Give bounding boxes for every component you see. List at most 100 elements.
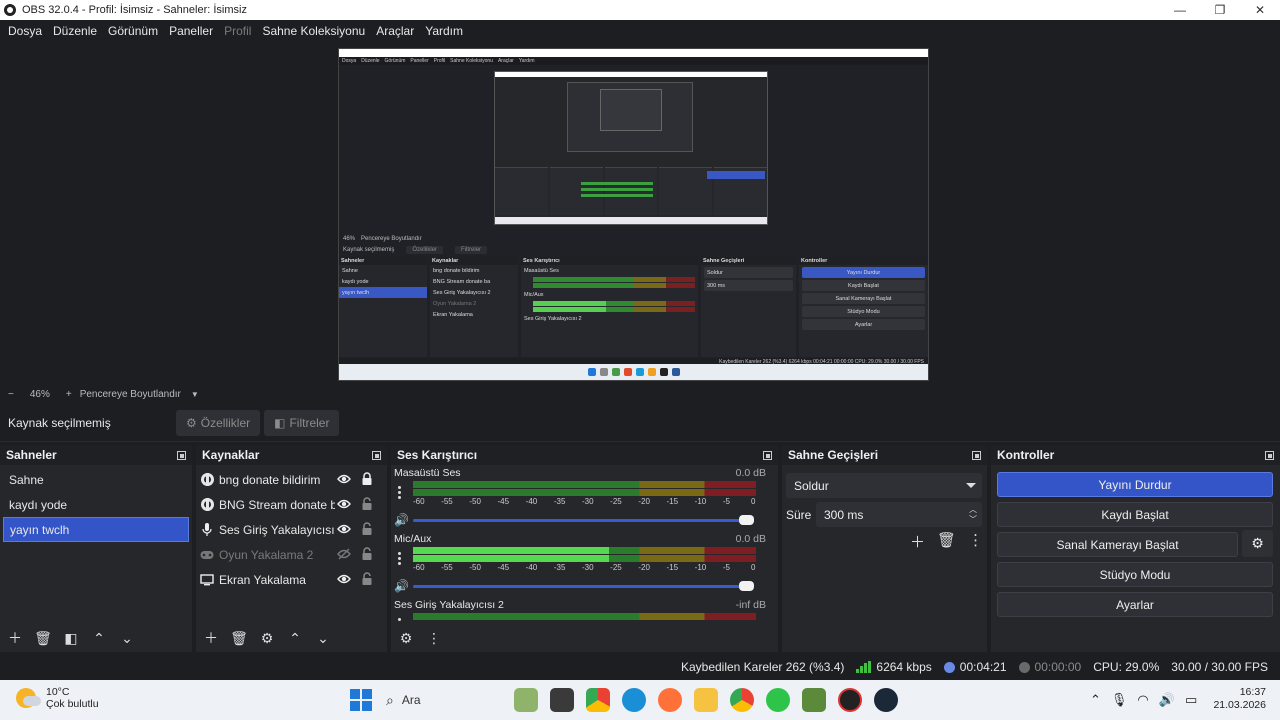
minimize-icon[interactable]: — [1160,0,1200,20]
obs-icon[interactable] [838,688,862,712]
speaker-icon[interactable]: 🔊 [394,579,409,593]
windows-start-icon[interactable] [350,689,372,711]
battery-icon[interactable]: ▭ [1185,692,1197,708]
scene-item[interactable]: kaydı yode [0,492,192,517]
xbox-icon[interactable] [766,688,790,712]
properties-button[interactable]: ⚙ Özellikler [176,409,261,436]
scene-item-selected[interactable]: yayın twclh [3,517,189,542]
start-recording-button[interactable]: Kaydı Başlat [997,502,1273,527]
undock-icon[interactable] [372,450,381,460]
wifi-icon[interactable]: ◠ [1137,692,1148,708]
menu-gorunum[interactable]: Görünüm [104,24,165,38]
menu-yardim[interactable]: Yardım [421,24,470,38]
stop-stream-button[interactable]: Yayını Durdur [997,472,1273,497]
unlock-icon[interactable] [361,572,373,586]
tray-overflow-icon[interactable]: ⌃ [1090,692,1101,708]
eye-icon[interactable] [337,573,351,585]
zoom-in-button[interactable]: + [66,389,72,400]
channel-db: 0.0 dB [735,533,766,545]
spin-arrows-icon[interactable]: ︿ ﹀ [968,505,978,525]
eye-hidden-icon[interactable] [337,548,351,560]
weather-temp: 10°C [46,686,70,698]
firefox-icon[interactable] [658,688,682,712]
steam-icon[interactable] [874,688,898,712]
speaker-icon[interactable]: 🔊 [394,513,409,527]
taskbar-clock[interactable]: 16:37 21.03.2026 [1213,686,1266,712]
transition-menu-icon[interactable]: ⋮ [968,531,983,552]
taskbar-search[interactable]: ⌕ Ara [386,685,508,715]
undock-icon[interactable] [1265,450,1274,460]
lock-icon[interactable] [361,472,373,486]
virtual-camera-settings-icon[interactable]: ⚙ [1242,530,1273,557]
menu-profil[interactable]: Profil [220,24,258,38]
remove-scene-icon[interactable]: 🗑 [34,630,52,647]
menu-duzenle[interactable]: Düzenle [49,24,104,38]
filters-button[interactable]: ◧ Filtreler [264,409,340,436]
scenes-toolbar: ＋ 🗑 ◧ ⌃ ⌄ [0,624,192,652]
undock-icon[interactable] [972,450,981,460]
close-icon[interactable]: ✕ [1240,0,1280,20]
zoom-dropdown-icon[interactable]: ▼ [191,390,199,399]
source-item[interactable]: Ses Giriş Yakalayıcısı 2 [196,517,387,542]
zoom-out-button[interactable]: − [8,389,14,400]
eye-icon[interactable] [337,498,351,510]
studio-mode-button[interactable]: Stüdyo Modu [997,562,1273,587]
menu-dosya[interactable]: Dosya [4,24,49,38]
move-up-icon[interactable]: ⌃ [90,630,108,647]
scene-filters-icon[interactable]: ◧ [62,630,80,647]
weather-widget[interactable]: 10°C Çok bulutlu [16,686,99,710]
chrome-profile-icon[interactable] [730,688,754,712]
volume-slider[interactable] [413,585,753,588]
microphone-tray-icon[interactable]: 🎙 [1111,692,1128,708]
source-properties-icon[interactable]: ⚙ [258,630,276,647]
eye-icon[interactable] [337,473,351,485]
menu-sahne-koleksiyonu[interactable]: Sahne Koleksiyonu [258,24,372,38]
undock-icon[interactable] [763,450,772,460]
volume-slider-knob[interactable] [739,515,754,525]
unlock-icon[interactable] [361,522,373,536]
start-virtual-camera-button[interactable]: Sanal Kamerayı Başlat [997,532,1238,557]
source-item[interactable]: Ekran Yakalama [196,567,387,592]
minecraft-icon[interactable] [802,688,826,712]
channel-menu-icon[interactable] [398,552,401,566]
chrome-icon[interactable] [586,688,610,712]
preview-canvas[interactable]: Dosya Düzenle Görünüm Paneller Profil Sa… [338,48,929,381]
settings-button[interactable]: Ayarlar [997,592,1273,617]
source-item[interactable]: bng donate bildirim [196,467,387,492]
move-down-icon[interactable]: ⌄ [314,630,332,647]
unlock-icon[interactable] [361,547,373,561]
add-source-icon[interactable]: ＋ [202,628,220,648]
channel-menu-icon[interactable] [398,618,401,623]
move-down-icon[interactable]: ⌄ [118,630,136,647]
menu-araclar[interactable]: Araçlar [372,24,421,38]
mixer-menu-icon[interactable]: ⋮ [425,630,443,647]
menu-paneller[interactable]: Paneller [165,24,220,38]
channel-menu-icon[interactable] [398,486,401,500]
remove-transition-icon[interactable]: 🗑 [937,531,956,552]
edge-icon[interactable] [622,688,646,712]
advanced-audio-icon[interactable]: ⚙ [397,630,415,647]
duration-spinbox[interactable]: 300 ms ︿ ﹀ [816,502,982,527]
scene-item[interactable]: Sahne [0,467,192,492]
volume-slider[interactable] [413,519,753,522]
source-item[interactable]: BNG Stream donate ba [196,492,387,517]
eye-icon[interactable] [337,523,351,535]
volume-icon[interactable]: 🔊 [1159,692,1175,708]
source-item[interactable]: Oyun Yakalama 2 [196,542,387,567]
undock-icon[interactable] [177,450,186,460]
move-up-icon[interactable]: ⌃ [286,630,304,647]
folder-icon[interactable] [694,688,718,712]
volume-slider-knob[interactable] [739,581,754,591]
game-app-icon[interactable] [514,688,538,712]
mixer-dock-header: Ses Karıştırıcı [391,445,778,465]
file-manager-icon[interactable] [550,688,574,712]
obs-logo-icon [4,4,16,16]
unlock-icon[interactable] [361,497,373,511]
stream-time: 00:04:21 [959,660,1007,674]
transition-select[interactable]: Soldur [786,473,982,498]
add-transition-icon[interactable]: ＋ [910,531,925,552]
maximize-icon[interactable]: ❐ [1200,0,1240,20]
remove-source-icon[interactable]: 🗑 [230,630,248,647]
add-scene-icon[interactable]: ＋ [6,628,24,648]
preview-mini-meter [533,301,695,306]
